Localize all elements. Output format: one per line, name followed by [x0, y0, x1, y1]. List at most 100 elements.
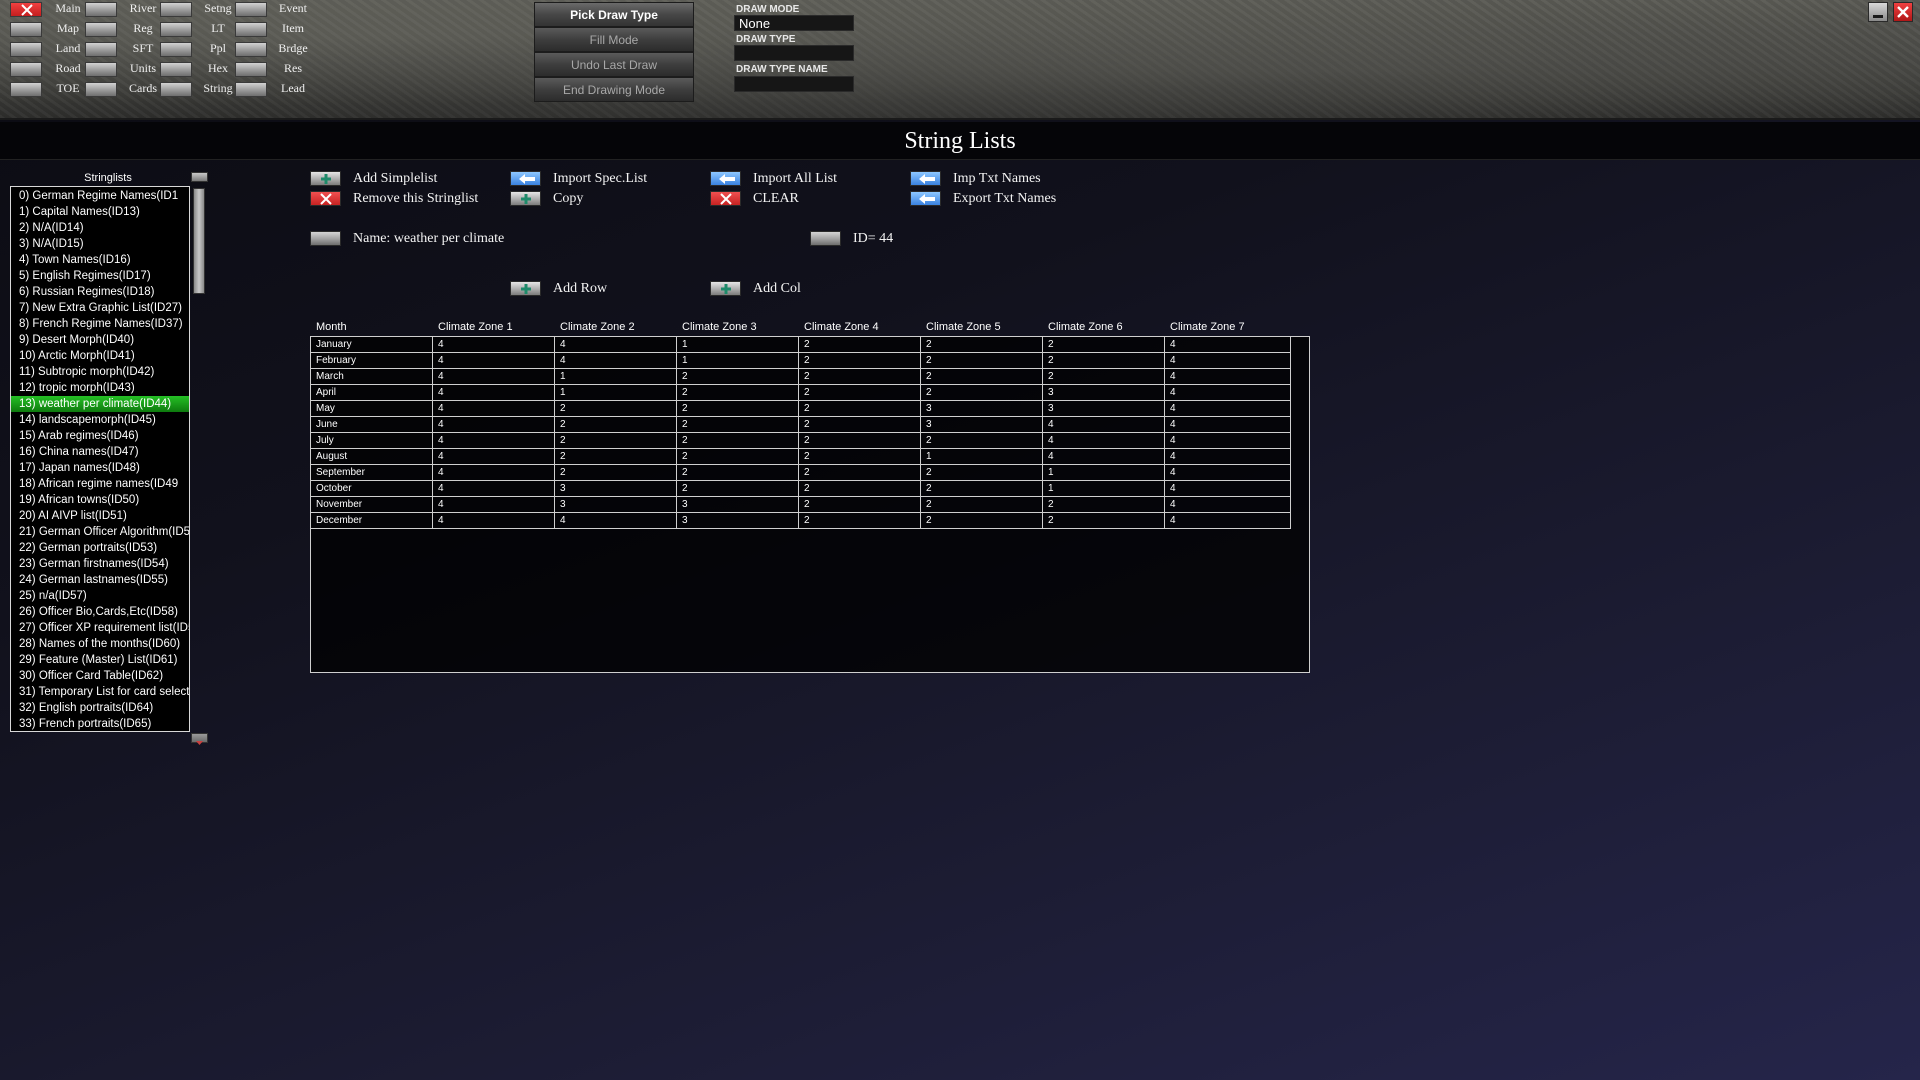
minimize-button[interactable] — [1868, 2, 1888, 22]
table-cell[interactable]: October — [311, 481, 433, 496]
table-cell[interactable]: 2 — [921, 385, 1043, 400]
list-item[interactable]: 23) German firstnames(ID54) — [11, 556, 189, 572]
table-cell[interactable]: 4 — [1165, 337, 1291, 352]
table-cell[interactable]: 4 — [433, 433, 555, 448]
table-cell[interactable]: 2 — [799, 337, 921, 352]
list-item[interactable]: 12) tropic morph(ID43) — [11, 380, 189, 396]
pick-draw-type-button[interactable]: Pick Draw Type — [534, 2, 694, 27]
table-cell[interactable]: 4 — [433, 465, 555, 480]
table-cell[interactable]: 1 — [555, 385, 677, 400]
list-item[interactable]: 11) Subtropic morph(ID42) — [11, 364, 189, 380]
table-cell[interactable]: 4 — [1043, 449, 1165, 464]
table-cell[interactable]: 2 — [677, 385, 799, 400]
toolbar-lead-button[interactable]: Lead — [235, 80, 351, 100]
table-cell[interactable]: 3 — [677, 497, 799, 512]
table-cell[interactable]: 3 — [921, 417, 1043, 432]
table-cell[interactable]: 4 — [433, 449, 555, 464]
table-cell[interactable]: 4 — [1165, 401, 1291, 416]
close-button[interactable] — [1893, 2, 1913, 22]
table-cell[interactable]: 4 — [433, 513, 555, 528]
table-cell[interactable]: 2 — [799, 401, 921, 416]
table-cell[interactable]: 2 — [799, 433, 921, 448]
column-header[interactable]: Month — [316, 321, 347, 333]
fill-mode-button[interactable]: Fill Mode — [534, 27, 694, 52]
table-cell[interactable]: May — [311, 401, 433, 416]
toolbar-res-button[interactable]: Res — [235, 60, 351, 80]
table-cell[interactable]: 2 — [677, 401, 799, 416]
table-cell[interactable]: 4 — [1165, 385, 1291, 400]
table-cell[interactable]: 2 — [921, 465, 1043, 480]
table-cell[interactable]: 4 — [555, 337, 677, 352]
table-cell[interactable]: 1 — [677, 353, 799, 368]
toolbar-event-button[interactable]: Event — [235, 0, 351, 20]
table-cell[interactable]: 4 — [1165, 481, 1291, 496]
table-cell[interactable]: 2 — [555, 433, 677, 448]
table-cell[interactable]: 2 — [677, 417, 799, 432]
list-item[interactable]: 1) Capital Names(ID13) — [11, 204, 189, 220]
table-cell[interactable]: 2 — [1043, 337, 1165, 352]
list-item[interactable]: 20) AI AIVP list(ID51) — [11, 508, 189, 524]
list-item[interactable]: 7) New Extra Graphic List(ID27) — [11, 300, 189, 316]
table-cell[interactable]: 2 — [799, 449, 921, 464]
table-cell[interactable]: 4 — [1043, 417, 1165, 432]
table-cell[interactable]: 4 — [433, 481, 555, 496]
stringlist-listbox[interactable]: 0) German Regime Names(ID1 1) Capital Nam… — [10, 186, 190, 732]
table-cell[interactable]: December — [311, 513, 433, 528]
table-cell[interactable]: 2 — [1043, 353, 1165, 368]
list-item[interactable]: 4) Town Names(ID16) — [11, 252, 189, 268]
table-cell[interactable]: 2 — [677, 369, 799, 384]
table-cell[interactable]: 1 — [677, 337, 799, 352]
table-cell[interactable]: June — [311, 417, 433, 432]
table-cell[interactable]: 2 — [799, 465, 921, 480]
list-item[interactable]: 13) weather per climate(ID44) — [11, 396, 189, 412]
column-header[interactable]: Climate Zone 1 — [438, 321, 513, 333]
table-cell[interactable]: 4 — [1165, 449, 1291, 464]
list-item[interactable]: 5) English Regimes(ID17) — [11, 268, 189, 284]
table-cell[interactable]: November — [311, 497, 433, 512]
list-item[interactable]: 19) African towns(ID50) — [11, 492, 189, 508]
column-header[interactable]: Climate Zone 7 — [1170, 321, 1245, 333]
list-item[interactable]: 24) German lastnames(ID55) — [11, 572, 189, 588]
table-cell[interactable]: 2 — [799, 385, 921, 400]
table-cell[interactable]: 2 — [921, 369, 1043, 384]
list-item[interactable]: 2) N/A(ID14) — [11, 220, 189, 236]
scroll-up-button[interactable] — [191, 172, 208, 182]
table-cell[interactable]: 3 — [677, 513, 799, 528]
table-cell[interactable]: 4 — [433, 417, 555, 432]
column-header[interactable]: Climate Zone 2 — [560, 321, 635, 333]
list-item[interactable]: 31) Temporary List for card select(I — [11, 684, 189, 700]
list-item[interactable]: 27) Officer XP requirement list(ID59 — [11, 620, 189, 636]
scrollbar-thumb[interactable] — [193, 188, 205, 294]
table-cell[interactable]: 4 — [433, 497, 555, 512]
table-cell[interactable]: January — [311, 337, 433, 352]
table-cell[interactable]: September — [311, 465, 433, 480]
list-item[interactable]: 28) Names of the months(ID60) — [11, 636, 189, 652]
table-cell[interactable]: 4 — [433, 353, 555, 368]
table-cell[interactable]: 2 — [1043, 369, 1165, 384]
table-cell[interactable]: 2 — [921, 337, 1043, 352]
list-item[interactable]: 9) Desert Morph(ID40) — [11, 332, 189, 348]
column-header[interactable]: Climate Zone 4 — [804, 321, 879, 333]
table-cell[interactable]: 1 — [1043, 481, 1165, 496]
table-cell[interactable]: 4 — [555, 513, 677, 528]
table-cell[interactable]: 2 — [921, 433, 1043, 448]
table-cell[interactable]: 3 — [921, 401, 1043, 416]
list-item[interactable]: 3) N/A(ID15) — [11, 236, 189, 252]
list-item[interactable]: 30) Officer Card Table(ID62) — [11, 668, 189, 684]
list-item[interactable]: 16) China names(ID47) — [11, 444, 189, 460]
table-cell[interactable]: 2 — [799, 481, 921, 496]
toolbar-item-button[interactable]: Item — [235, 20, 351, 40]
table-cell[interactable]: 4 — [1165, 513, 1291, 528]
table-cell[interactable]: 2 — [555, 401, 677, 416]
list-item[interactable]: 22) German portraits(ID53) — [11, 540, 189, 556]
table-cell[interactable]: 4 — [1165, 353, 1291, 368]
table-cell[interactable]: 4 — [1165, 497, 1291, 512]
list-item[interactable]: 33) French portraits(ID65) — [11, 716, 189, 731]
list-item[interactable]: 32) English portraits(ID64) — [11, 700, 189, 716]
table-cell[interactable]: 2 — [799, 417, 921, 432]
undo-last-draw-button[interactable]: Undo Last Draw — [534, 52, 694, 77]
table-cell[interactable]: 2 — [799, 369, 921, 384]
table-cell[interactable]: 2 — [677, 433, 799, 448]
table-cell[interactable]: February — [311, 353, 433, 368]
list-item[interactable]: 21) German Officer Algorithm(ID52 — [11, 524, 189, 540]
